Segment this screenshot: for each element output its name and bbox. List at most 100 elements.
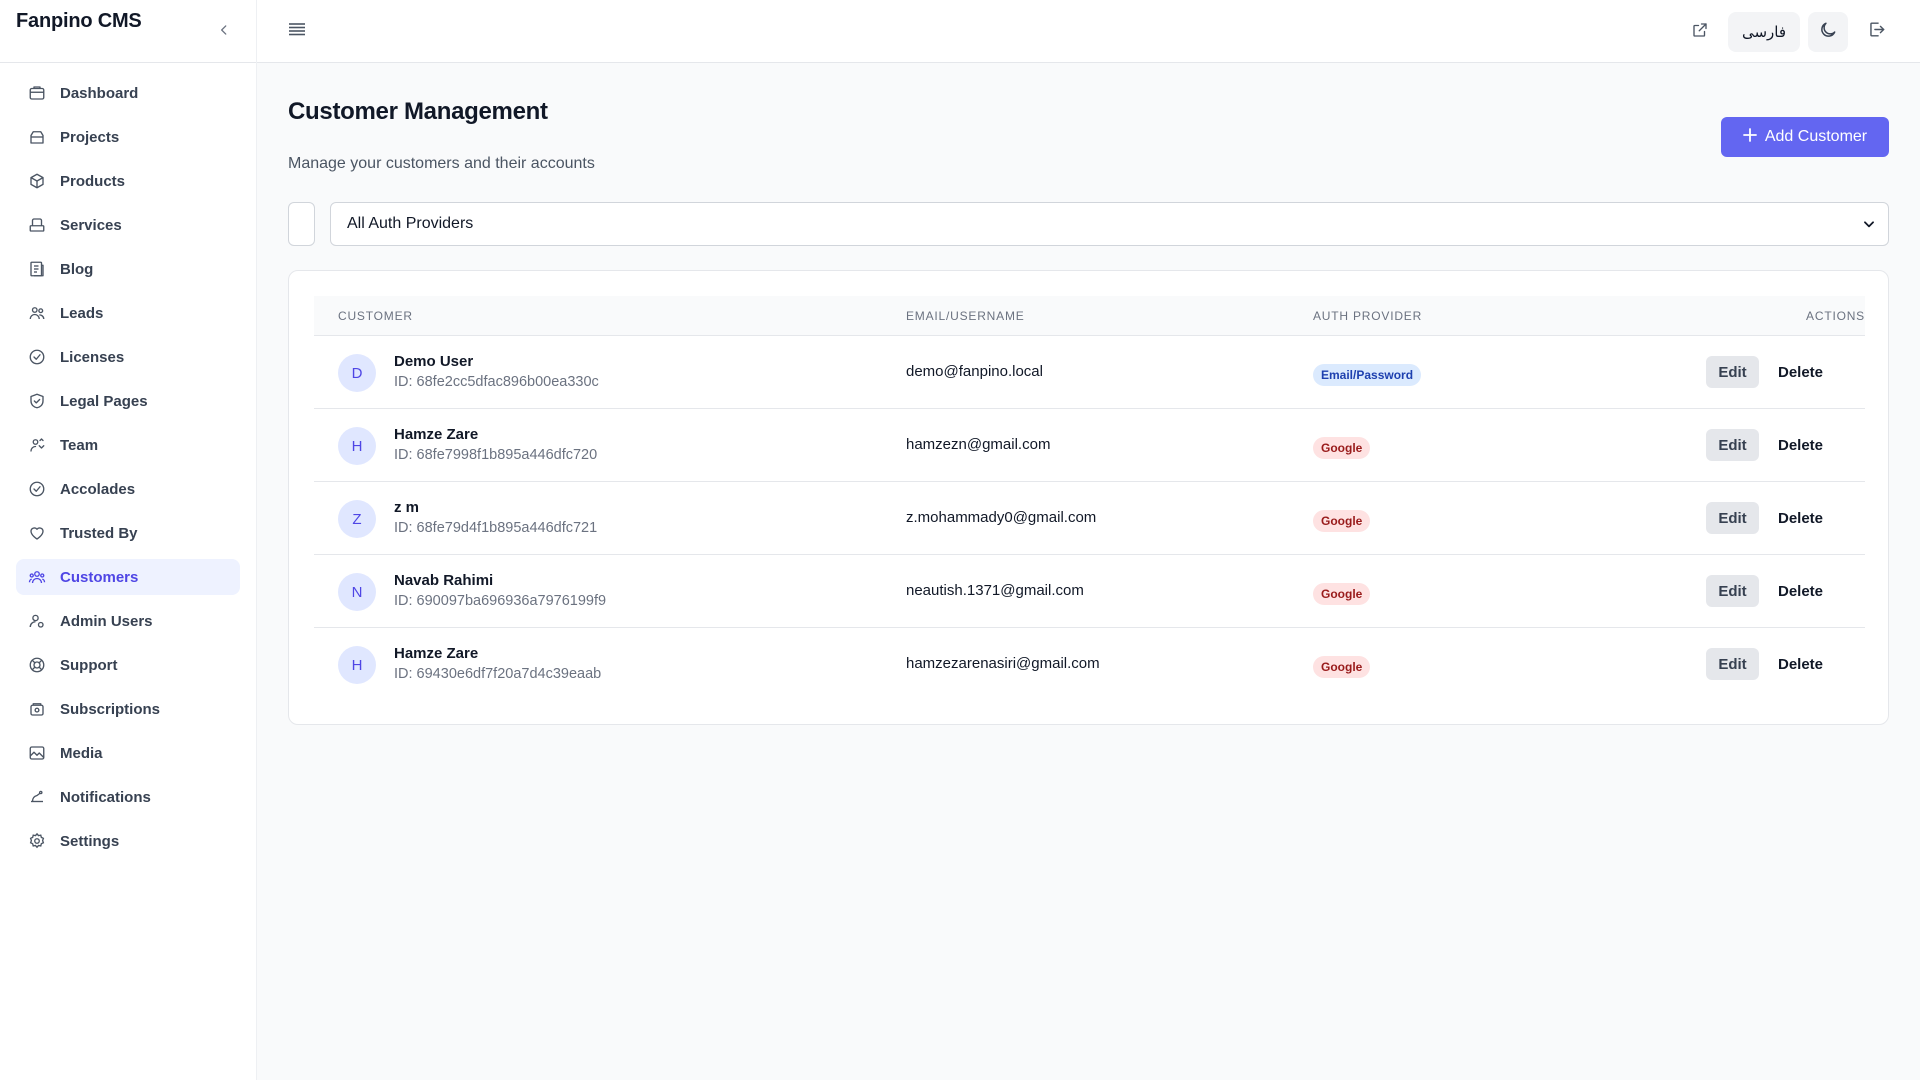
edit-button[interactable]: Edit <box>1706 356 1759 388</box>
auth-provider-badge: Google <box>1313 437 1371 459</box>
edit-button[interactable]: Edit <box>1706 502 1759 534</box>
delete-button[interactable]: Delete <box>1778 502 1823 534</box>
header-email: EMAIL/USERNAME <box>906 308 1025 323</box>
customer-name: Hamze Zare <box>394 426 479 443</box>
sidebar-item-blog[interactable]: Blog <box>16 251 240 287</box>
app-title: Fanpino CMS <box>16 10 142 32</box>
accolades-icon <box>28 480 46 498</box>
delete-button[interactable]: Delete <box>1778 429 1823 461</box>
plus-icon <box>1742 127 1757 147</box>
add-customer-button[interactable]: Add Customer <box>1721 117 1889 157</box>
admin-users-icon <box>28 612 46 630</box>
table-row: D Demo User ID: 68fe2cc5dfac896b00ea330c de… <box>314 336 1865 409</box>
sidebar-item-services[interactable]: Services <box>16 207 240 243</box>
avatar: H <box>338 427 376 465</box>
customer-email: z.mohammady0@gmail.com <box>906 509 1097 526</box>
sidebar-item-licenses[interactable]: Licenses <box>16 339 240 375</box>
customer-id: ID: 68fe7998f1b895a446dfc720 <box>394 447 598 463</box>
sidebar-item-leads[interactable]: Leads <box>16 295 240 331</box>
hamburger-icon <box>288 21 306 42</box>
edit-button[interactable]: Edit <box>1706 429 1759 461</box>
delete-button[interactable]: Delete <box>1778 356 1823 388</box>
open-site-button[interactable] <box>1680 12 1720 52</box>
collapse-sidebar-button[interactable] <box>212 20 236 44</box>
table-row: Zz m ID: 68fe79d4f1b895a446dfc721 z.mohamm… <box>314 482 1865 555</box>
auth-provider-badge: Google <box>1313 583 1371 605</box>
customer-name: z m <box>394 499 420 516</box>
auth-provider-select[interactable]: All Auth Providers <box>330 202 1889 246</box>
customer-email: demo@fanpino.local <box>906 363 1043 380</box>
sidebar-item-notifications[interactable]: Notifications <box>16 779 240 815</box>
top-actions: فارسی <box>1680 12 1896 52</box>
add-customer-label: Add Customer <box>1764 128 1868 145</box>
support-icon <box>28 656 46 674</box>
sidebar-item-dashboard[interactable]: Dashboard <box>16 75 240 111</box>
projects-icon <box>28 128 46 146</box>
search-input[interactable] <box>288 202 315 246</box>
sidebar-item-settings[interactable]: Settings <box>16 823 240 859</box>
sidebar-item-trusted-by[interactable]: Trusted By <box>16 515 240 551</box>
auth-provider-select-value: All Auth Providers <box>347 215 474 232</box>
external-link-icon <box>1691 21 1709 44</box>
avatar: N <box>338 573 376 611</box>
customer-email: hamzezn@gmail.com <box>906 436 1051 453</box>
services-icon <box>28 216 46 234</box>
edit-button[interactable]: Edit <box>1706 648 1759 680</box>
legal-icon <box>28 392 46 410</box>
sidebar-item-products[interactable]: Products <box>16 163 240 199</box>
sidebar-item-media[interactable]: Media <box>16 735 240 771</box>
sidebar-item-support[interactable]: Support <box>16 647 240 683</box>
delete-button[interactable]: Delete <box>1778 575 1823 607</box>
sidebar-item-label: Team <box>60 436 99 454</box>
sidebar: Fanpino CMS Dashboard Projects Products Ser… <box>0 0 257 1080</box>
customer-email: neautish.1371@gmail.com <box>906 582 1084 599</box>
customer-id: ID: 690097ba696936a7976199f9 <box>394 593 607 609</box>
customer-id: ID: 68fe2cc5dfac896b00ea330c <box>394 374 599 390</box>
table-row: H Hamze Zare ID: 69430e6df7f20a7d4c39eaab h… <box>314 628 1865 701</box>
dashboard-icon <box>28 84 46 102</box>
licenses-icon <box>28 348 46 366</box>
brand-header: Fanpino CMS <box>0 0 256 63</box>
sidebar-item-label: Dashboard <box>60 84 139 102</box>
chevron-left-icon <box>217 23 231 42</box>
table-body: D Demo User ID: 68fe2cc5dfac896b00ea330c de… <box>314 336 1865 701</box>
sidebar-item-label: Customers <box>60 568 139 586</box>
customer-id: ID: 68fe79d4f1b895a446dfc721 <box>394 520 598 536</box>
subscriptions-icon <box>28 700 46 718</box>
moon-icon <box>1818 20 1838 45</box>
table-row: H Hamze Zare ID: 68fe7998f1b895a446dfc720 h… <box>314 409 1865 482</box>
delete-button[interactable]: Delete <box>1778 648 1823 680</box>
sidebar-item-subscriptions[interactable]: Subscriptions <box>16 691 240 727</box>
sidebar-item-customers[interactable]: Customers <box>16 559 240 595</box>
sidebar-item-team[interactable]: Team <box>16 427 240 463</box>
avatar: H <box>338 646 376 684</box>
sidebar-item-projects[interactable]: Projects <box>16 119 240 155</box>
auth-provider-badge: Google <box>1313 656 1371 678</box>
logout-button[interactable] <box>1856 12 1896 52</box>
notifications-icon <box>28 788 46 806</box>
sidebar-item-label: Media <box>60 744 103 762</box>
edit-button[interactable]: Edit <box>1706 575 1759 607</box>
sidebar-item-label: Subscriptions <box>60 700 161 718</box>
sidebar-item-label: Settings <box>60 832 120 850</box>
theme-toggle-button[interactable] <box>1808 12 1848 52</box>
sidebar-item-accolades[interactable]: Accolades <box>16 471 240 507</box>
sidebar-item-label: Blog <box>60 260 94 278</box>
customer-name: Demo User <box>394 353 474 370</box>
sidebar-item-label: Legal Pages <box>60 392 148 410</box>
sidebar-item-admin-users[interactable]: Admin Users <box>16 603 240 639</box>
topbar: فارسی <box>257 0 1920 63</box>
customers-icon <box>28 568 46 586</box>
sidebar-item-label: Services <box>60 216 122 234</box>
page-subtitle: Manage your customers and their accounts <box>288 155 595 172</box>
customers-card: CUSTOMER EMAIL/USERNAME AUTH PROVIDER AC… <box>288 270 1889 725</box>
menu-toggle-button[interactable] <box>286 20 308 42</box>
customer-name: Navab Rahimi <box>394 572 494 589</box>
media-icon <box>28 744 46 762</box>
customer-email: hamzezarenasiri@gmail.com <box>906 655 1100 672</box>
products-icon <box>28 172 46 190</box>
sidebar-item-label: Products <box>60 172 126 190</box>
sidebar-item-label: Support <box>60 656 118 674</box>
sidebar-item-legal-pages[interactable]: Legal Pages <box>16 383 240 419</box>
language-toggle-button[interactable]: فارسی <box>1727 12 1800 52</box>
